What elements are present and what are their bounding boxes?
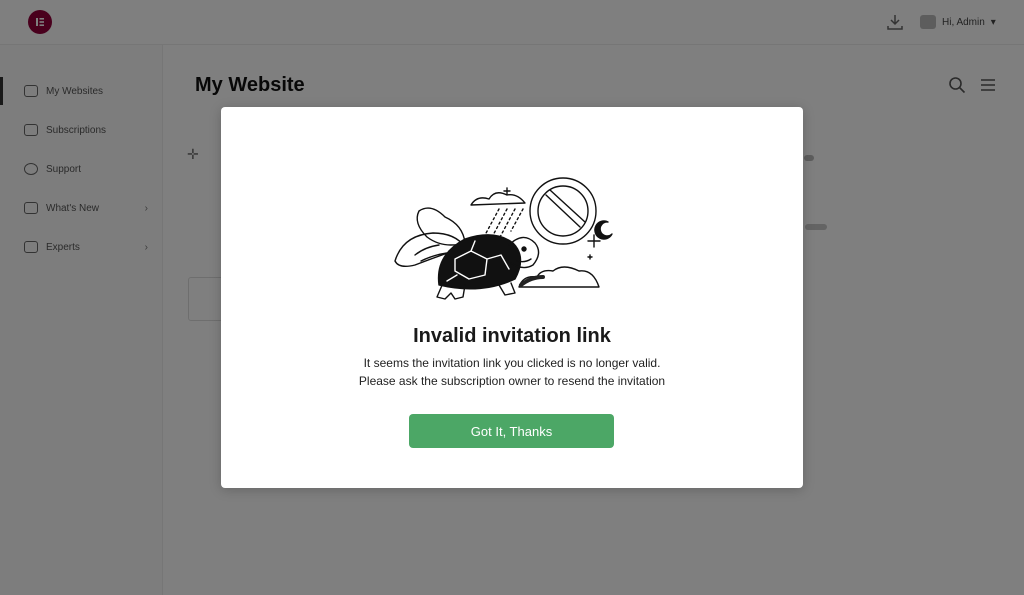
got-it-button[interactable]: Got It, Thanks <box>409 414 614 448</box>
modal-title: Invalid invitation link <box>413 325 611 347</box>
invalid-invitation-modal: Invalid invitation link It seems the inv… <box>221 107 803 488</box>
flying-turtle-no-entry-illustration <box>394 177 613 300</box>
modal-message-line2: Please ask the subscription owner to res… <box>358 374 666 388</box>
modal-message-line1: It seems the invitation link you clicked… <box>363 356 661 370</box>
